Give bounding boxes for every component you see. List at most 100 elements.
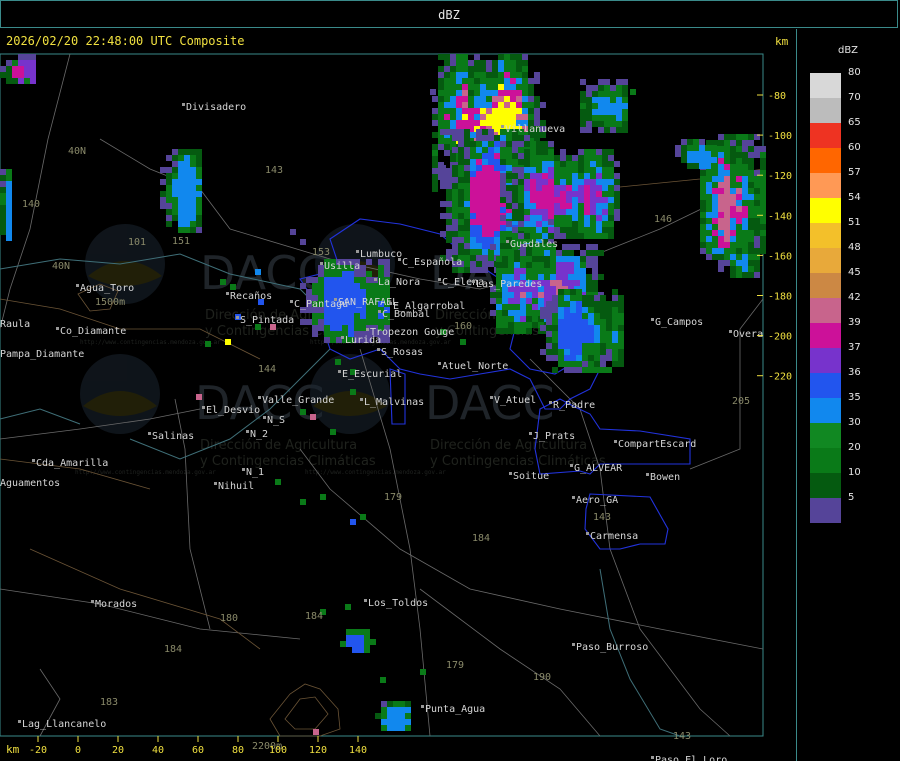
radar-cell	[754, 272, 760, 278]
radar-cell	[560, 209, 566, 215]
radar-cell	[488, 219, 494, 225]
radar-cell	[558, 337, 564, 343]
radar-cell	[470, 159, 476, 165]
watermark-url: http://www.contingencias.mendoza.gov.ar	[80, 339, 221, 346]
radar-cell	[558, 349, 564, 355]
radar-cell	[760, 224, 766, 230]
radar-cell	[712, 224, 718, 230]
radar-cell	[318, 289, 324, 295]
place-label: N_S	[267, 415, 285, 426]
radar-cell	[562, 244, 568, 250]
radar-cell	[606, 307, 612, 313]
radar-cell	[566, 233, 572, 239]
radar-cell	[488, 141, 494, 147]
radar-cell	[456, 96, 462, 102]
place-marker	[651, 756, 654, 759]
radar-cell	[568, 244, 574, 250]
radar-cell	[736, 224, 742, 230]
radar-cell	[618, 319, 624, 325]
radar-cell	[480, 78, 486, 84]
radar-cell	[474, 90, 480, 96]
radar-cell	[576, 325, 582, 331]
radar-map[interactable]: DACC Dirección de Agricultura y Contingenc…	[0, 29, 797, 761]
radar-cell	[596, 185, 602, 191]
legend-title: dBZ	[837, 45, 859, 56]
radar-cell	[706, 194, 712, 200]
radar-cell	[560, 197, 566, 203]
radar-cell	[558, 313, 564, 319]
radar-cell	[530, 227, 536, 233]
radar-cell	[760, 248, 766, 254]
radar-cell	[730, 236, 736, 242]
radar-cell	[724, 254, 730, 260]
radar-cell	[570, 349, 576, 355]
radar-cell	[612, 361, 618, 367]
radar-cell	[205, 341, 211, 347]
road-number-label: 1500m	[95, 297, 125, 308]
radar-cell	[444, 108, 450, 114]
radar-cell	[342, 289, 348, 295]
radar-cell	[468, 102, 474, 108]
radar-cell	[500, 165, 506, 171]
watermark-url: http://www.contingencias.mendoza.gov.ar	[75, 469, 216, 476]
radar-cell	[196, 161, 202, 167]
radar-cell	[718, 194, 724, 200]
radar-cell	[476, 129, 482, 135]
radar-cell	[360, 313, 366, 319]
radar-cell	[540, 313, 546, 319]
radar-cell	[488, 201, 494, 207]
radar-cell	[360, 319, 366, 325]
radar-cell	[594, 325, 600, 331]
radar-cell	[586, 103, 592, 109]
radar-cell	[550, 262, 556, 268]
radar-cell	[574, 280, 580, 286]
radar-cell	[564, 313, 570, 319]
place-label: Usilla	[324, 261, 360, 272]
radar-cell	[480, 108, 486, 114]
radar-cell	[446, 249, 452, 255]
radar-cell	[405, 701, 411, 707]
radar-cell	[336, 283, 342, 289]
radar-cell	[450, 96, 456, 102]
radar-cell	[166, 197, 172, 203]
radar-cell	[24, 78, 30, 84]
radar-cell	[364, 641, 370, 647]
radar-cell	[452, 201, 458, 207]
radar-cell	[532, 262, 538, 268]
place-marker	[32, 459, 35, 462]
radar-cell	[470, 225, 476, 231]
road-number-label: 190	[533, 672, 551, 683]
y-tick-label: -100	[768, 131, 792, 142]
radar-cell	[594, 355, 600, 361]
radar-cell	[393, 713, 399, 719]
radar-cell	[0, 72, 6, 78]
radar-cell	[552, 319, 558, 325]
radar-cell	[524, 209, 530, 215]
radar-cell	[538, 250, 544, 256]
radar-cell	[456, 78, 462, 84]
radar-cell	[560, 215, 566, 221]
radar-cell	[190, 221, 196, 227]
radar-cell	[586, 127, 592, 133]
radar-cell	[494, 183, 500, 189]
radar-cell	[476, 147, 482, 153]
radar-cell	[536, 197, 542, 203]
radar-cell	[718, 152, 724, 158]
legend-swatch	[810, 148, 841, 173]
place-label: Recaños	[230, 291, 272, 302]
radar-cell	[606, 313, 612, 319]
radar-cell	[496, 310, 502, 316]
radar-cell	[706, 188, 712, 194]
radar-cell	[730, 266, 736, 272]
radar-cell	[166, 221, 172, 227]
radar-cell	[730, 248, 736, 254]
radar-cell	[602, 197, 608, 203]
radar-cell	[618, 331, 624, 337]
y-tick-label: -120	[768, 171, 792, 182]
place-marker	[91, 600, 94, 603]
radar-cell	[578, 161, 584, 167]
radar-cell	[464, 213, 470, 219]
legend-label: 65	[848, 117, 861, 128]
radar-cell	[604, 115, 610, 121]
radar-cell	[705, 163, 711, 169]
